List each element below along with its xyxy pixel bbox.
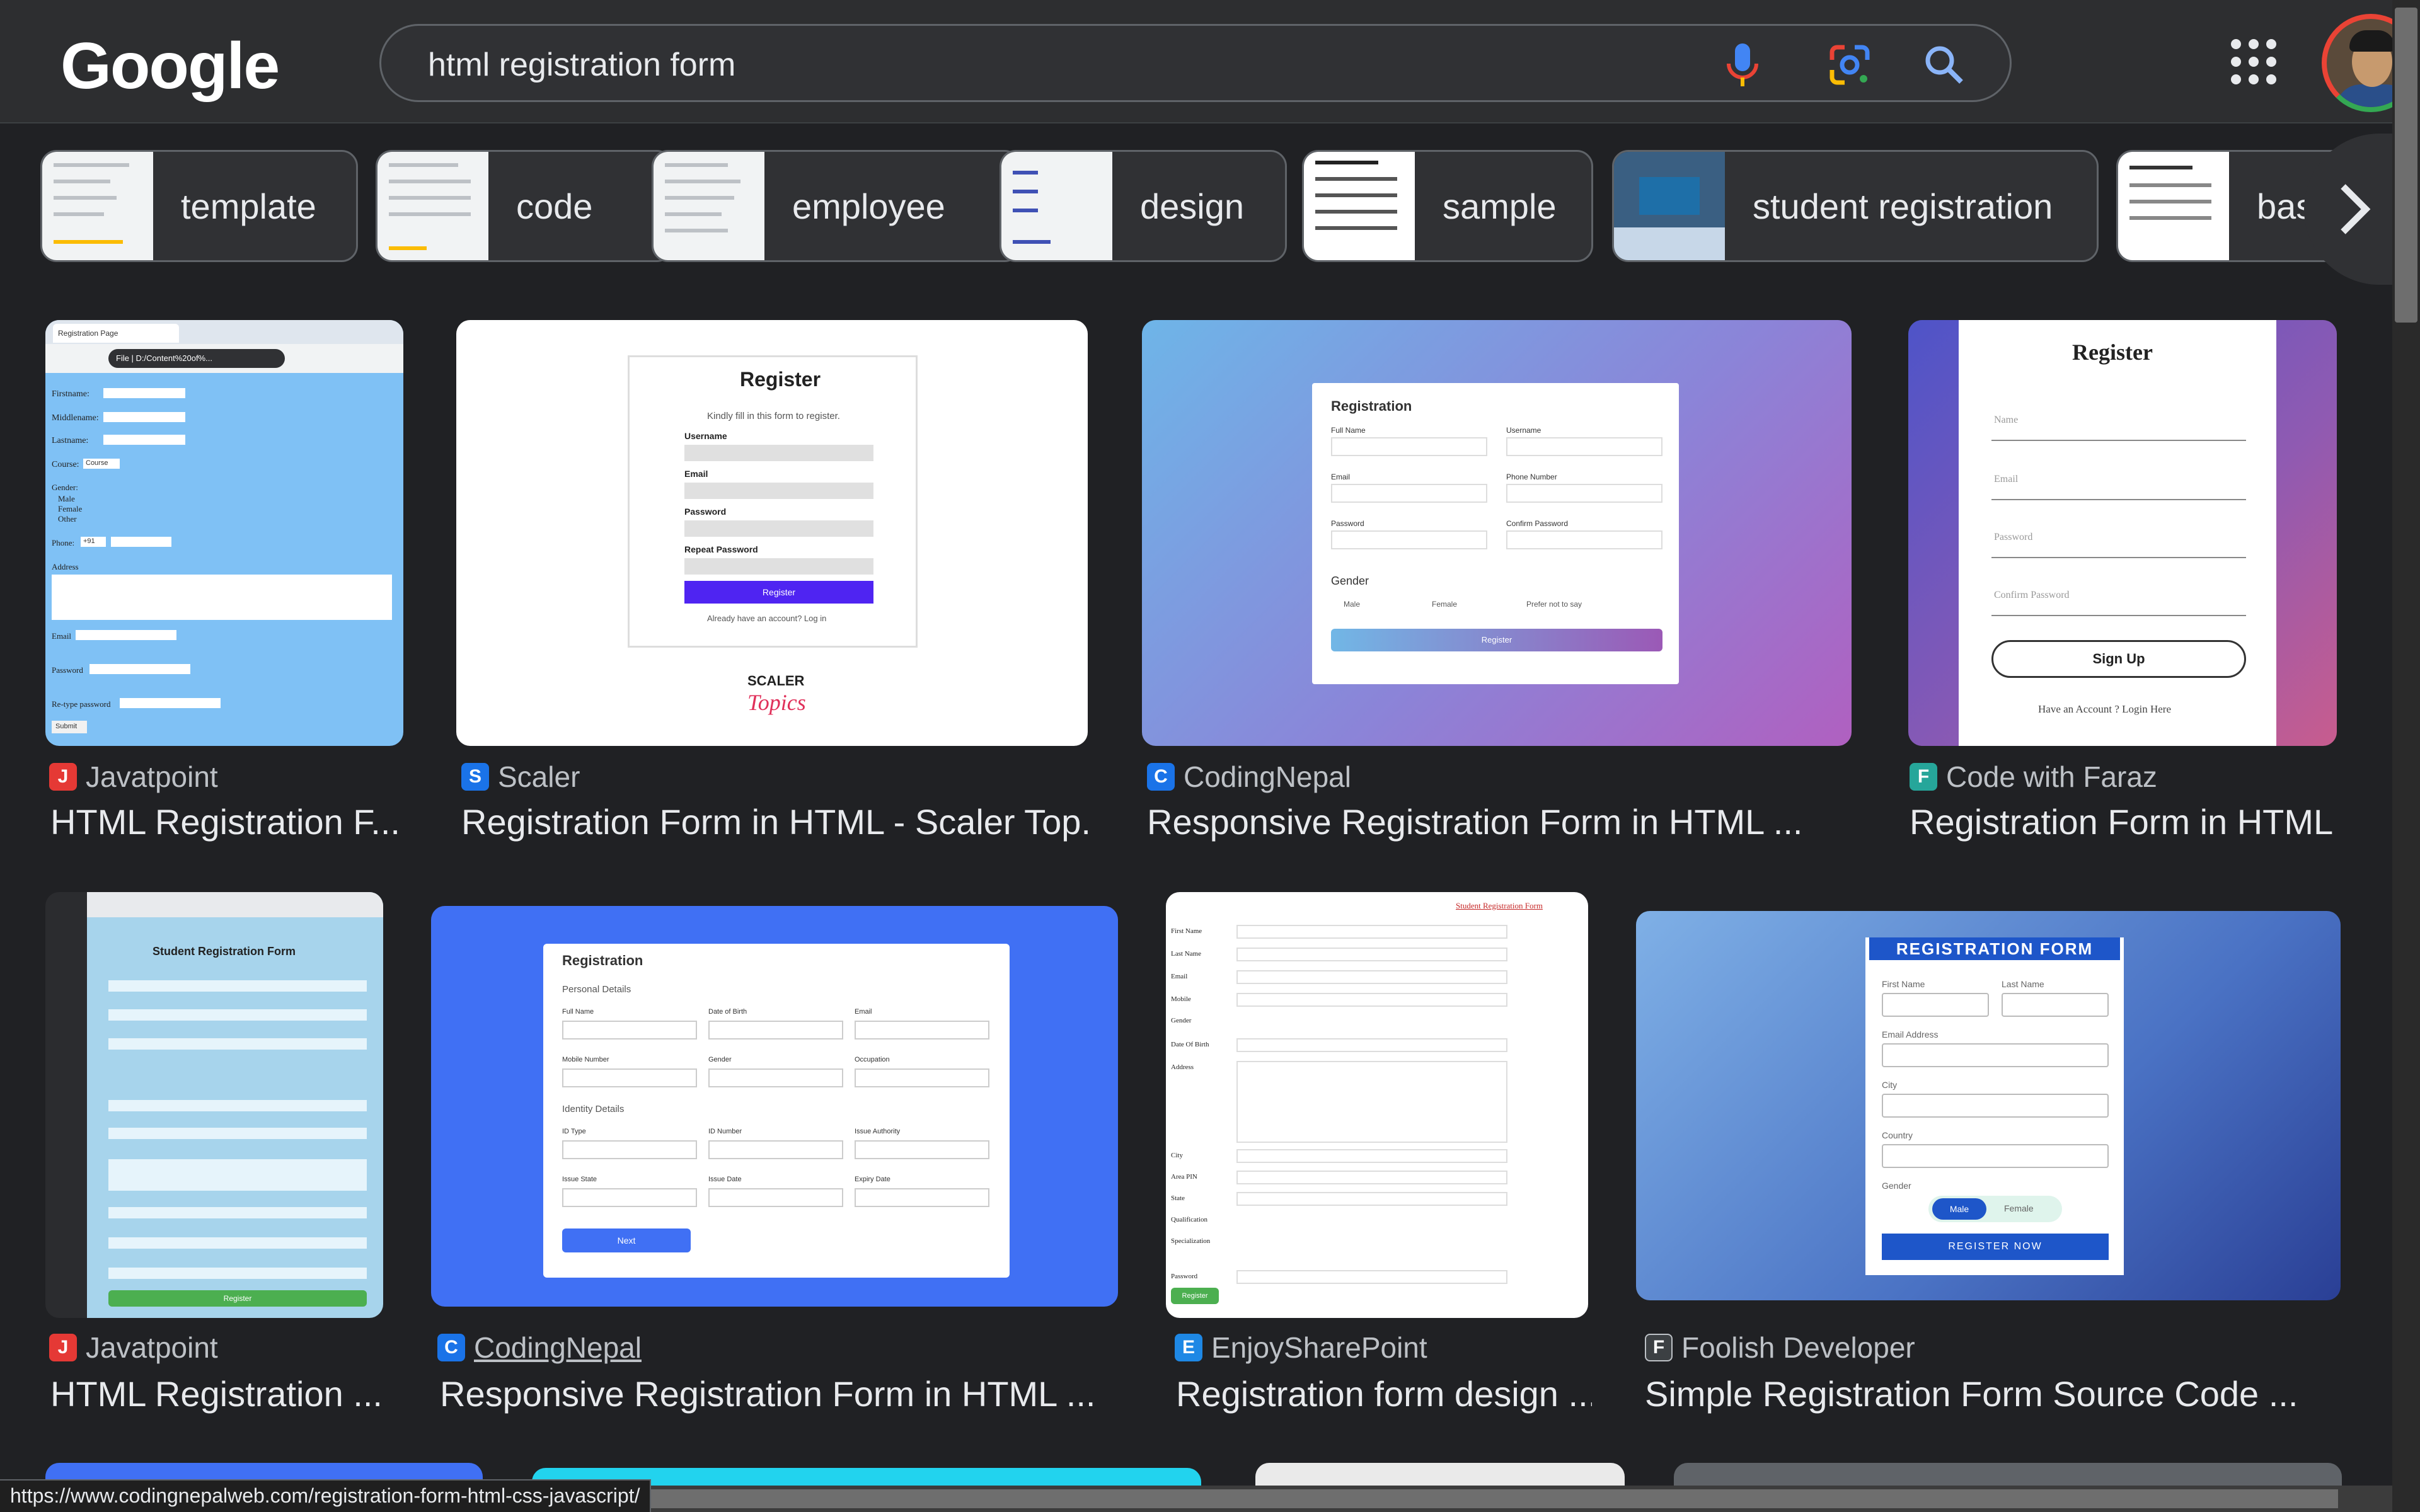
result-source[interactable]: S Scaler xyxy=(461,760,580,794)
chip-label: student registration xyxy=(1753,186,2053,226)
vertical-scrollbar-thumb[interactable] xyxy=(2395,8,2417,323)
result-source[interactable]: C CodingNepal xyxy=(437,1331,642,1365)
result-title[interactable]: HTML Registration F... xyxy=(50,801,403,842)
result-source[interactable]: C CodingNepal xyxy=(1147,760,1351,794)
thumbnail[interactable]: Registration Page File | D:/Content%20of… xyxy=(45,320,403,746)
chip-label: sample xyxy=(1443,186,1557,226)
chip-student-registration[interactable]: student registration xyxy=(1612,150,2099,262)
result-title[interactable]: Responsive Registration Form in HTML ... xyxy=(1147,801,1853,842)
codingnepal-favicon-icon: C xyxy=(1147,763,1175,791)
result-title[interactable]: Registration Form in HTML - Scaler Top..… xyxy=(461,801,1092,842)
result-source[interactable]: J Javatpoint xyxy=(49,1331,218,1365)
search-input[interactable] xyxy=(428,43,1625,86)
foolish-developer-favicon-icon: F xyxy=(1645,1334,1673,1361)
chip-template[interactable]: template xyxy=(40,150,358,262)
result-source[interactable]: F Foolish Developer xyxy=(1645,1331,1915,1365)
result-title[interactable]: Simple Registration Form Source Code ... xyxy=(1645,1373,2351,1414)
search-icon[interactable] xyxy=(1919,40,1969,90)
chip-employee[interactable]: employee xyxy=(652,150,1021,262)
google-logo[interactable]: Google xyxy=(60,29,280,104)
chip-design[interactable]: design xyxy=(1000,150,1287,262)
search-box[interactable] xyxy=(379,24,2012,102)
codingnepal-favicon-icon: C xyxy=(437,1334,465,1361)
result-source[interactable]: J Javatpoint xyxy=(49,760,218,794)
chip-code[interactable]: code xyxy=(376,150,673,262)
result-source[interactable]: E EnjoySharePoint xyxy=(1175,1331,1427,1365)
thumbnail[interactable]: Student Registration Form Register xyxy=(45,892,383,1318)
microphone-icon[interactable] xyxy=(1717,40,1768,90)
partial-thumbnail[interactable] xyxy=(1255,1463,1625,1486)
chevron-right-icon xyxy=(2341,184,2371,234)
chip-label: template xyxy=(181,186,316,226)
google-lens-icon[interactable] xyxy=(1824,40,1875,90)
result-title[interactable]: HTML Registration ... xyxy=(50,1373,391,1414)
chip-sample[interactable]: sample xyxy=(1302,150,1593,262)
code-with-faraz-favicon-icon: F xyxy=(1910,763,1937,791)
result-source[interactable]: F Code with Faraz xyxy=(1910,760,2157,794)
suggestion-chips: template code employee design sample stu… xyxy=(40,149,2420,263)
chip-label: code xyxy=(516,186,593,226)
thumbnail[interactable]: Registration Personal Details Full Name … xyxy=(431,906,1118,1307)
chip-label: design xyxy=(1140,186,1245,226)
thumbnail[interactable]: REGISTRATION FORM First Name Last Name E… xyxy=(1636,911,2341,1300)
browser-address-bar: File | D:/Content%20of%... xyxy=(108,349,285,368)
enjoysharepoint-favicon-icon: E xyxy=(1175,1334,1202,1361)
google-apps-icon[interactable] xyxy=(2231,39,2276,84)
thumbnail[interactable]: Student Registration Form First Name Las… xyxy=(1166,892,1588,1318)
chip-label: employee xyxy=(792,186,945,226)
scaler-logo: SCALER xyxy=(747,673,805,689)
browser-tab: Registration Page xyxy=(53,324,179,343)
horizontal-scrollbar-thumb[interactable] xyxy=(624,1489,2338,1508)
link-status-bar: https://www.codingnepalweb.com/registrat… xyxy=(0,1479,652,1512)
javatpoint-favicon-icon: J xyxy=(49,1334,77,1361)
thumbnail[interactable]: Register Kindly fill in this form to reg… xyxy=(456,320,1088,746)
result-title[interactable]: Registration form design ... xyxy=(1176,1373,1592,1414)
thumbnail[interactable]: Register Name Email Password Confirm Pas… xyxy=(1908,320,2337,746)
header: Google xyxy=(0,0,2420,123)
thumbnail[interactable]: Registration Full Name Username Email Ph… xyxy=(1142,320,1852,746)
javatpoint-favicon-icon: J xyxy=(49,763,77,791)
partial-thumbnail[interactable] xyxy=(1674,1463,2342,1486)
result-title[interactable]: Responsive Registration Form in HTML ... xyxy=(440,1373,1127,1414)
result-title[interactable]: Registration Form in HTML xyxy=(1910,801,2351,842)
scaler-favicon-icon: S xyxy=(461,763,489,791)
